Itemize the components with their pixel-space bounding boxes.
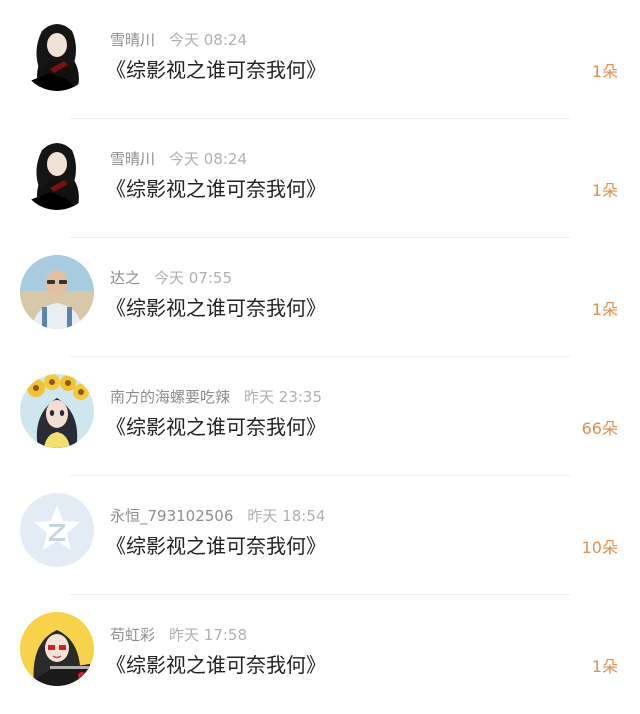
anime-girl-avatar-icon[interactable] bbox=[20, 612, 94, 686]
photo-avatar-icon[interactable] bbox=[20, 255, 94, 329]
anime-avatar-icon[interactable] bbox=[20, 17, 94, 91]
book-title: 《综影视之谁可奈我何》 bbox=[106, 534, 326, 558]
username[interactable]: 苟虹彩 bbox=[110, 626, 155, 644]
timestamp: 昨天 18:54 bbox=[247, 507, 326, 525]
comment-meta: 达之 今天 07:55 bbox=[110, 268, 232, 288]
flower-count: 1朵 bbox=[591, 300, 618, 319]
comment-row[interactable]: 雪晴川 今天 08:24 《综影视之谁可奈我何》 1朵 bbox=[0, 119, 640, 238]
book-title: 《综影视之谁可奈我何》 bbox=[106, 58, 326, 82]
flower-count: 10朵 bbox=[581, 538, 618, 557]
timestamp: 昨天 17:58 bbox=[169, 626, 248, 644]
comment-meta: 永恒_793102506 昨天 18:54 bbox=[110, 506, 325, 526]
book-title: 《综影视之谁可奈我何》 bbox=[106, 653, 326, 677]
book-title: 《综影视之谁可奈我何》 bbox=[106, 177, 326, 201]
comment-meta: 苟虹彩 昨天 17:58 bbox=[110, 625, 247, 645]
book-title: 《综影视之谁可奈我何》 bbox=[106, 296, 326, 320]
flower-count: 1朵 bbox=[591, 181, 618, 200]
comment-meta: 南方的海螺要吃辣 昨天 23:35 bbox=[110, 387, 322, 407]
username[interactable]: 雪晴川 bbox=[110, 31, 155, 49]
timestamp: 今天 08:24 bbox=[169, 31, 248, 49]
username[interactable]: 南方的海螺要吃辣 bbox=[110, 388, 230, 406]
comment-meta: 雪晴川 今天 08:24 bbox=[110, 149, 247, 169]
comment-row[interactable]: 雪晴川 今天 08:24 《综影视之谁可奈我何》 1朵 bbox=[0, 0, 640, 119]
book-title: 《综影视之谁可奈我何》 bbox=[106, 415, 326, 439]
flower-count: 66朵 bbox=[581, 419, 618, 438]
timestamp: 今天 08:24 bbox=[169, 150, 248, 168]
comment-row[interactable]: 苟虹彩 昨天 17:58 《综影视之谁可奈我何》 1朵 bbox=[0, 595, 640, 714]
comment-meta: 雪晴川 今天 08:24 bbox=[110, 30, 247, 50]
comment-row[interactable]: 南方的海螺要吃辣 昨天 23:35 《综影视之谁可奈我何》 66朵 bbox=[0, 357, 640, 476]
default-avatar-icon[interactable] bbox=[20, 493, 94, 567]
username[interactable]: 达之 bbox=[110, 269, 140, 287]
timestamp: 今天 07:55 bbox=[154, 269, 233, 287]
sunflower-girl-avatar-icon[interactable] bbox=[20, 374, 94, 448]
timestamp: 昨天 23:35 bbox=[244, 388, 323, 406]
flower-count: 1朵 bbox=[591, 657, 618, 676]
anime-avatar-icon[interactable] bbox=[20, 136, 94, 210]
comment-list: 雪晴川 今天 08:24 《综影视之谁可奈我何》 1朵 雪晴川 今天 08:24 《… bbox=[0, 0, 640, 711]
flower-count: 1朵 bbox=[591, 62, 618, 81]
comment-row[interactable]: 达之 今天 07:55 《综影视之谁可奈我何》 1朵 bbox=[0, 238, 640, 357]
username[interactable]: 雪晴川 bbox=[110, 150, 155, 168]
comment-row[interactable]: 永恒_793102506 昨天 18:54 《综影视之谁可奈我何》 10朵 bbox=[0, 476, 640, 595]
username[interactable]: 永恒_793102506 bbox=[110, 507, 233, 525]
